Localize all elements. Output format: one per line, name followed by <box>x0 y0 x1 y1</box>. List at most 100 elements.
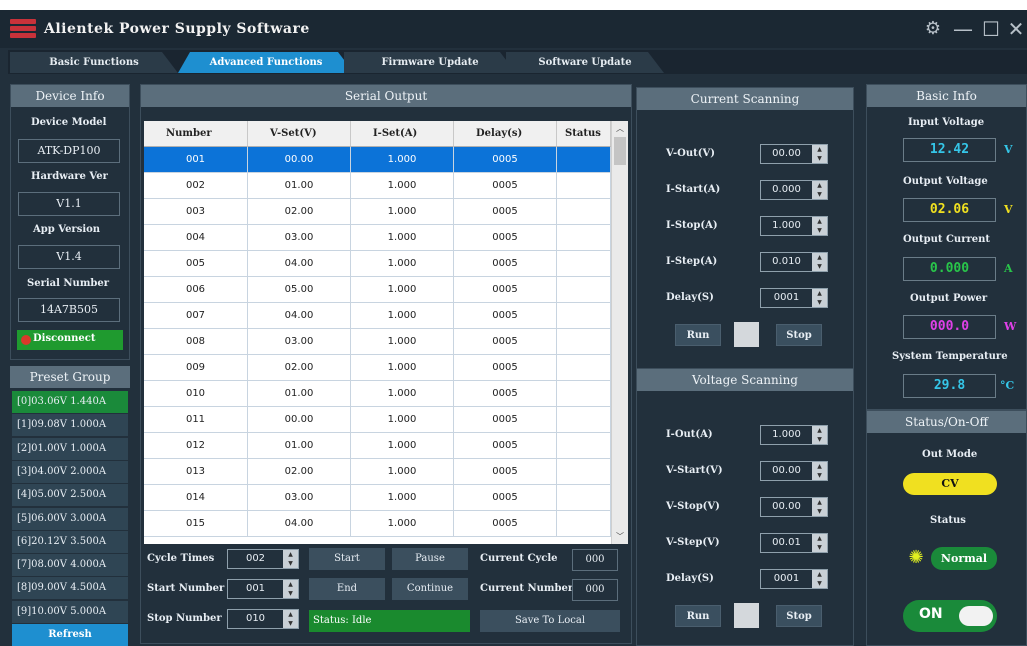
current-scanning-field-stepper[interactable]: 0001 ▲ ▼ <box>760 288 828 308</box>
cell-status[interactable] <box>557 485 611 511</box>
stepper-arrows-icon[interactable]: ▲ ▼ <box>812 145 827 163</box>
cell-number[interactable]: 005 <box>144 251 248 277</box>
cell-delay[interactable]: 0005 <box>454 329 557 355</box>
cell-vset[interactable]: 04.00 <box>248 303 351 329</box>
cycle-times-stepper[interactable]: 002 ▲ ▼ <box>227 549 299 569</box>
stepper-arrows-icon[interactable]: ▲ ▼ <box>812 253 827 271</box>
cell-status[interactable] <box>557 355 611 381</box>
voltage-scanning-field-stepper[interactable]: 0001 ▲ ▼ <box>760 569 828 589</box>
cell-status[interactable] <box>557 407 611 433</box>
cell-vset[interactable]: 02.00 <box>248 199 351 225</box>
cell-vset[interactable]: 01.00 <box>248 381 351 407</box>
cell-status[interactable] <box>557 147 611 173</box>
stepper-arrows-icon[interactable]: ▲ ▼ <box>812 289 827 307</box>
cell-status[interactable] <box>557 173 611 199</box>
close-icon[interactable]: ✕ <box>1003 16 1027 42</box>
voltage-scanning-field-stepper[interactable]: 1.000 ▲ ▼ <box>760 425 828 445</box>
cell-vset[interactable]: 02.00 <box>248 355 351 381</box>
table-row[interactable]: 010 01.00 1.000 0005 <box>144 381 611 407</box>
cell-delay[interactable]: 0005 <box>454 251 557 277</box>
scroll-down-icon[interactable]: ﹀ <box>616 531 624 542</box>
stepper-arrows-icon[interactable]: ▲ ▼ <box>812 426 827 444</box>
table-row[interactable]: 013 02.00 1.000 0005 <box>144 459 611 485</box>
voltage-scanning-field-stepper[interactable]: 00.01 ▲ ▼ <box>760 533 828 553</box>
cell-vset[interactable]: 04.00 <box>248 251 351 277</box>
settings-icon[interactable]: ⚙ <box>920 16 946 42</box>
table-row[interactable]: 001 00.00 1.000 0005 <box>144 147 611 173</box>
cell-status[interactable] <box>557 199 611 225</box>
pause-button[interactable]: Pause <box>392 548 468 570</box>
tab-basic-functions[interactable]: Basic Functions <box>10 52 178 73</box>
preset-item[interactable]: [1]09.08V 1.000A <box>12 414 128 437</box>
start-button[interactable]: Start <box>309 548 385 570</box>
preset-item[interactable]: [5]06.00V 3.000A <box>12 507 128 530</box>
stepper-arrows-icon[interactable]: ▲ ▼ <box>812 181 827 199</box>
cell-number[interactable]: 007 <box>144 303 248 329</box>
table-row[interactable]: 008 03.00 1.000 0005 <box>144 329 611 355</box>
cell-delay[interactable]: 0005 <box>454 407 557 433</box>
cell-delay[interactable]: 0005 <box>454 381 557 407</box>
cell-iset[interactable]: 1.000 <box>351 225 454 251</box>
cell-iset[interactable]: 1.000 <box>351 459 454 485</box>
preset-item[interactable]: [6]20.12V 3.500A <box>12 530 128 553</box>
preset-item[interactable]: [2]01.00V 1.000A <box>12 437 128 460</box>
stepper-arrows-icon[interactable]: ▲ ▼ <box>283 610 298 628</box>
cell-delay[interactable]: 0005 <box>454 173 557 199</box>
stepper-arrows-icon[interactable]: ▲ ▼ <box>812 534 827 552</box>
stepper-arrows-icon[interactable]: ▲ ▼ <box>812 498 827 516</box>
table-row[interactable]: 012 01.00 1.000 0005 <box>144 433 611 459</box>
voltage-scanning-field-stepper[interactable]: 00.00 ▲ ▼ <box>760 497 828 517</box>
cell-number[interactable]: 012 <box>144 433 248 459</box>
stop-number-stepper[interactable]: 010 ▲ ▼ <box>227 609 299 629</box>
table-row[interactable]: 015 04.00 1.000 0005 <box>144 511 611 537</box>
cell-iset[interactable]: 1.000 <box>351 277 454 303</box>
cell-iset[interactable]: 1.000 <box>351 251 454 277</box>
cell-delay[interactable]: 0005 <box>454 433 557 459</box>
cell-iset[interactable]: 1.000 <box>351 485 454 511</box>
cell-delay[interactable]: 0005 <box>454 303 557 329</box>
cell-number[interactable]: 014 <box>144 485 248 511</box>
cell-vset[interactable]: 01.00 <box>248 433 351 459</box>
current-run-button[interactable]: Run <box>675 324 721 346</box>
end-button[interactable]: End <box>309 578 385 600</box>
cell-number[interactable]: 002 <box>144 173 248 199</box>
cell-iset[interactable]: 1.000 <box>351 303 454 329</box>
table-row[interactable]: 009 02.00 1.000 0005 <box>144 355 611 381</box>
cell-status[interactable] <box>557 511 611 537</box>
preset-item[interactable]: [9]10.00V 5.000A <box>12 600 128 623</box>
cell-delay[interactable]: 0005 <box>454 147 557 173</box>
voltage-run-button[interactable]: Run <box>675 605 721 627</box>
cell-vset[interactable]: 03.00 <box>248 225 351 251</box>
cell-delay[interactable]: 0005 <box>454 199 557 225</box>
current-stop-button[interactable]: Stop <box>776 324 822 346</box>
cell-delay[interactable]: 0005 <box>454 355 557 381</box>
scroll-up-icon[interactable]: ︿ <box>616 123 624 134</box>
cell-status[interactable] <box>557 277 611 303</box>
disconnect-button[interactable]: Disconnect <box>17 330 123 350</box>
table-row[interactable]: 005 04.00 1.000 0005 <box>144 251 611 277</box>
preset-item[interactable]: [4]05.00V 2.500A <box>12 484 128 507</box>
table-row[interactable]: 014 03.00 1.000 0005 <box>144 485 611 511</box>
cell-iset[interactable]: 1.000 <box>351 173 454 199</box>
cell-vset[interactable]: 01.00 <box>248 173 351 199</box>
cell-vset[interactable]: 03.00 <box>248 485 351 511</box>
cell-number[interactable]: 010 <box>144 381 248 407</box>
cell-iset[interactable]: 1.000 <box>351 355 454 381</box>
cell-status[interactable] <box>557 303 611 329</box>
cell-number[interactable]: 008 <box>144 329 248 355</box>
cell-delay[interactable]: 0005 <box>454 459 557 485</box>
tab-advanced-functions[interactable]: Advanced Functions <box>178 52 354 73</box>
table-row[interactable]: 007 04.00 1.000 0005 <box>144 303 611 329</box>
cell-vset[interactable]: 00.00 <box>248 147 351 173</box>
table-row[interactable]: 003 02.00 1.000 0005 <box>144 199 611 225</box>
minimize-icon[interactable]: — <box>950 16 976 42</box>
cell-number[interactable]: 015 <box>144 511 248 537</box>
cell-number[interactable]: 001 <box>144 147 248 173</box>
cell-number[interactable]: 004 <box>144 225 248 251</box>
cell-delay[interactable]: 0005 <box>454 485 557 511</box>
preset-item[interactable]: [0]03.06V 1.440A <box>12 391 128 413</box>
voltage-stop-button[interactable]: Stop <box>776 605 822 627</box>
cell-number[interactable]: 013 <box>144 459 248 485</box>
cell-iset[interactable]: 1.000 <box>351 381 454 407</box>
cell-iset[interactable]: 1.000 <box>351 407 454 433</box>
